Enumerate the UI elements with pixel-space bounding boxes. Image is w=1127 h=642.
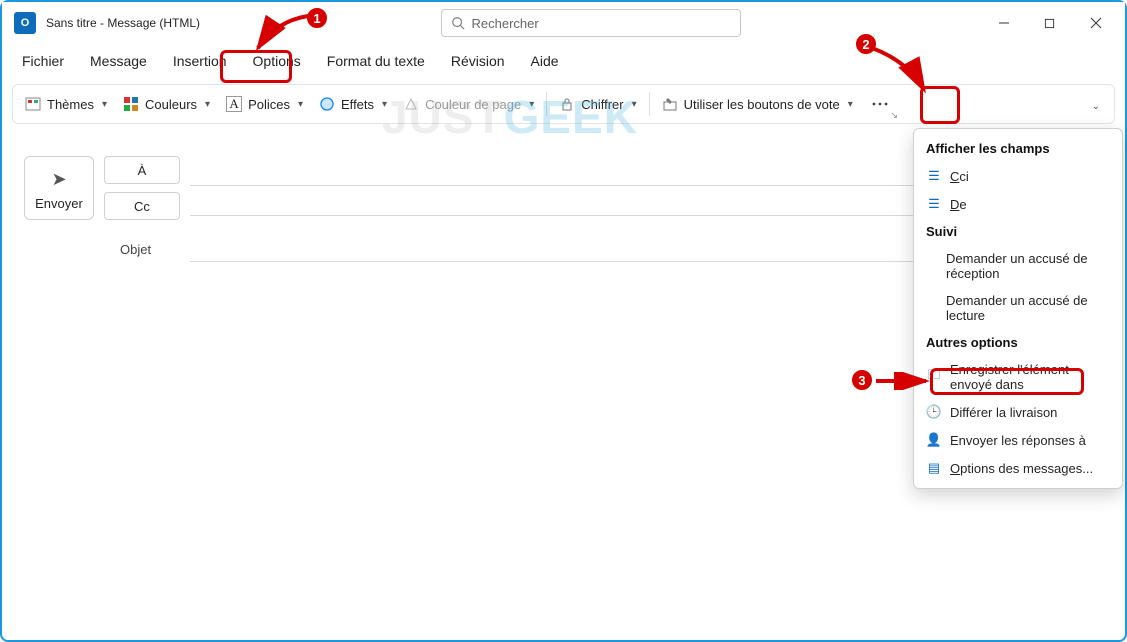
ribbon-themes[interactable]: Thèmes ▾ xyxy=(17,91,115,117)
ribbon-expand-button[interactable]: ⌄ xyxy=(1080,93,1110,116)
effects-icon xyxy=(319,96,335,112)
maximize-button[interactable] xyxy=(1027,4,1073,42)
send-button[interactable]: ➤ Envoyer xyxy=(24,156,94,220)
title-bar: O Sans titre - Message (HTML) Rechercher xyxy=(2,2,1125,44)
direct-replies-icon: 👤 xyxy=(926,432,942,448)
ellipsis-icon xyxy=(872,102,888,106)
overflow-item-enregistrer[interactable]: 🗀 Enregistrer l'élément envoyé dans xyxy=(914,356,1122,398)
chevron-down-icon: ▾ xyxy=(205,99,210,110)
cc-button[interactable]: Cc xyxy=(104,192,180,220)
search-icon xyxy=(450,15,466,31)
menu-fichier[interactable]: Fichier xyxy=(10,47,76,75)
search-placeholder: Rechercher xyxy=(472,16,539,31)
themes-icon xyxy=(25,96,41,112)
close-button[interactable] xyxy=(1073,4,1119,42)
menu-aide[interactable]: Aide xyxy=(519,47,571,75)
message-options-icon: ▤ xyxy=(926,460,942,476)
subject-label: Objet xyxy=(120,242,180,257)
window-title: Sans titre - Message (HTML) xyxy=(46,16,200,30)
ribbon: Thèmes ▾ Couleurs ▾ A Polices ▾ Effets ▾… xyxy=(12,84,1115,124)
ribbon-polices-label: Polices xyxy=(248,97,290,112)
from-icon: ☰ xyxy=(926,196,942,212)
menu-insertion[interactable]: Insertion xyxy=(161,47,239,75)
lock-icon xyxy=(559,96,575,112)
ribbon-couleurs-label: Couleurs xyxy=(145,97,197,112)
overflow-item-reponses[interactable]: 👤 Envoyer les réponses à xyxy=(914,426,1122,454)
search-input[interactable]: Rechercher xyxy=(441,9,741,37)
bcc-icon: ☰ xyxy=(926,168,942,184)
menu-options[interactable]: Options xyxy=(241,47,313,75)
ribbon-themes-label: Thèmes xyxy=(47,97,94,112)
ribbon-separator xyxy=(546,92,547,116)
ribbon-boutons-vote-label: Utiliser les boutons de vote xyxy=(684,97,840,112)
outlook-app-icon: O xyxy=(14,12,36,34)
overflow-item-accuse-lecture[interactable]: Demander un accusé de lecture xyxy=(914,287,1122,329)
ribbon-overflow-menu: Afficher les champs ☰ Cci ☰ De Suivi Dem… xyxy=(913,128,1123,489)
annotation-bubble-3: 3 xyxy=(850,368,874,392)
menu-revision[interactable]: Révision xyxy=(439,47,517,75)
delay-delivery-icon: 🕒 xyxy=(926,404,942,420)
overflow-item-cci[interactable]: ☰ Cci xyxy=(914,162,1122,190)
overflow-item-options-messages[interactable]: ▤ Options des messages... xyxy=(914,454,1122,482)
menu-message[interactable]: Message xyxy=(78,47,159,75)
chevron-down-icon: ▾ xyxy=(298,99,303,110)
overflow-item-de[interactable]: ☰ De xyxy=(914,190,1122,218)
overflow-item-differer[interactable]: 🕒 Différer la livraison xyxy=(914,398,1122,426)
chevron-down-icon: ▾ xyxy=(382,99,387,110)
chevron-down-icon: ▾ xyxy=(632,99,637,110)
overflow-header-afficher: Afficher les champs xyxy=(914,135,1122,162)
ribbon-boutons-vote[interactable]: Utiliser les boutons de vote ▾ xyxy=(654,91,861,117)
overflow-options-label: Options des messages... xyxy=(950,461,1093,476)
ribbon-chiffrer-label: Chiffrer xyxy=(581,97,623,112)
overflow-accuse-reception-label: Demander un accusé de réception xyxy=(946,251,1110,281)
recipient-buttons: À Cc xyxy=(104,156,180,220)
fonts-icon: A xyxy=(226,96,242,112)
overflow-de-label: De xyxy=(950,197,967,212)
window-controls xyxy=(981,4,1119,42)
ribbon-polices[interactable]: A Polices ▾ xyxy=(218,91,311,117)
overflow-header-suivi: Suivi xyxy=(914,218,1122,245)
dialog-launcher-icon[interactable]: ↘ xyxy=(890,110,898,121)
colors-icon xyxy=(123,96,139,112)
menu-format[interactable]: Format du texte xyxy=(315,47,437,75)
overflow-differer-label: Différer la livraison xyxy=(950,405,1057,420)
save-sent-icon: 🗀 xyxy=(926,369,942,385)
chevron-down-icon: ▾ xyxy=(848,99,853,110)
ribbon-couleur-page[interactable]: Couleur de page ▾ xyxy=(395,91,542,117)
ribbon-couleurs[interactable]: Couleurs ▾ xyxy=(115,91,218,117)
ribbon-chiffrer[interactable]: Chiffrer ▾ xyxy=(551,91,644,117)
page-color-icon xyxy=(403,96,419,112)
overflow-item-accuse-reception[interactable]: Demander un accusé de réception xyxy=(914,245,1122,287)
menu-bar: Fichier Message Insertion Options Format… xyxy=(2,44,1125,78)
ribbon-separator xyxy=(649,92,650,116)
send-label: Envoyer xyxy=(35,196,83,211)
overflow-cci-label: Cci xyxy=(950,169,969,184)
to-button[interactable]: À xyxy=(104,156,180,184)
chevron-down-icon: ▾ xyxy=(102,99,107,110)
overflow-enregistrer-label: Enregistrer l'élément envoyé dans xyxy=(950,362,1110,392)
ribbon-couleur-page-label: Couleur de page xyxy=(425,97,521,112)
overflow-header-autres: Autres options xyxy=(914,329,1122,356)
send-icon: ➤ xyxy=(51,169,66,190)
chevron-down-icon: ▾ xyxy=(529,99,534,110)
minimize-button[interactable] xyxy=(981,4,1027,42)
ribbon-effets[interactable]: Effets ▾ xyxy=(311,91,395,117)
ribbon-effets-label: Effets xyxy=(341,97,374,112)
vote-icon xyxy=(662,96,678,112)
chevron-down-icon: ⌄ xyxy=(1092,101,1100,112)
overflow-accuse-lecture-label: Demander un accusé de lecture xyxy=(946,293,1110,323)
overflow-reponses-label: Envoyer les réponses à xyxy=(950,433,1086,448)
